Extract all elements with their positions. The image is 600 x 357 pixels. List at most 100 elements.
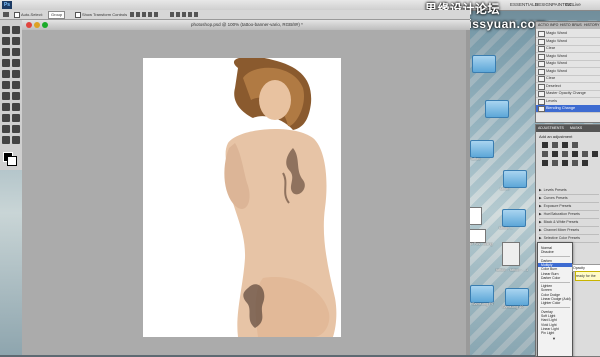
blur-tool-icon[interactable] (2, 92, 10, 100)
blend-mode-option[interactable]: Lighter Color (541, 301, 571, 305)
canvas-photo[interactable] (143, 58, 341, 337)
vertical-scrollbar[interactable] (466, 30, 470, 355)
zoom-window-icon[interactable] (42, 22, 48, 28)
crop-tool-icon[interactable] (2, 48, 10, 56)
history-item[interactable]: Blending Change (536, 105, 600, 113)
path-selection-tool-icon[interactable] (2, 114, 10, 122)
history-step-icon (538, 61, 545, 67)
menu-separator (540, 281, 570, 283)
history-brush-tool-icon[interactable] (12, 70, 20, 78)
tab-adjustments[interactable]: ADJUSTMENTS (538, 126, 564, 130)
type-tool-icon[interactable] (12, 103, 20, 111)
hue-saturation-icon[interactable] (552, 151, 558, 157)
threshold-icon[interactable] (562, 160, 568, 166)
blend-mode-dropdown[interactable]: Normal Dissolve Darken Multiply Color Burn Li… (537, 242, 573, 357)
invert-icon[interactable] (542, 160, 548, 166)
hand-tool-icon[interactable] (2, 136, 10, 144)
black-white-icon[interactable] (572, 151, 578, 157)
tab-info[interactable]: INFO (550, 23, 558, 27)
expand-triangle-icon[interactable]: ▶ (539, 228, 543, 232)
preset-label: Black & White Presets (543, 220, 579, 224)
pen-tool-icon[interactable] (2, 103, 10, 111)
blend-mode-option[interactable]: Dissolve (541, 250, 571, 254)
levels-icon[interactable] (552, 142, 558, 148)
expand-triangle-icon[interactable]: ▶ (539, 236, 543, 240)
history-item-label: Magic Wand (546, 61, 567, 65)
preset-row[interactable]: ▶ Exposure Presets (539, 203, 599, 211)
distribute-buttons[interactable] (170, 12, 200, 17)
dodge-tool-icon[interactable] (12, 92, 20, 100)
lasso-tool-icon[interactable] (2, 37, 10, 45)
auto-select-dropdown[interactable]: Group (48, 11, 66, 19)
align-buttons[interactable] (130, 12, 160, 17)
tattoo-thumbnail[interactable] (502, 242, 520, 266)
close-window-icon[interactable] (26, 22, 32, 28)
desktop-item-label: Tattoo (470, 157, 481, 161)
history-step-icon (538, 38, 545, 45)
vibrance-icon[interactable] (542, 151, 548, 157)
color-balance-icon[interactable] (562, 151, 568, 157)
curves-icon[interactable] (562, 142, 568, 148)
photo-filter-icon[interactable] (582, 151, 588, 157)
show-transform-checkbox[interactable] (75, 12, 81, 18)
exposure-icon[interactable] (572, 142, 578, 148)
desktop-item-label: tattoo- - tattoo - ...1 (495, 268, 529, 272)
healing-brush-tool-icon[interactable] (2, 59, 10, 67)
channel-mixer-icon[interactable] (592, 151, 598, 157)
desktop-folder-icon[interactable] (502, 209, 526, 227)
photoshop-logo-icon[interactable]: Ps (2, 1, 12, 9)
tab-actions[interactable]: ACTIO (538, 23, 549, 27)
history-item-label: Blending Change (546, 106, 576, 110)
add-adjustment-label: Add an adjustment (539, 134, 573, 139)
desktop-folder-icon[interactable] (470, 140, 494, 158)
shape-tool-icon[interactable] (12, 114, 20, 122)
history-item-label: Magic Wand (546, 53, 567, 58)
tools-panel (0, 20, 23, 170)
3d-rotate-tool-icon[interactable] (2, 125, 10, 133)
desktop-folder-icon[interactable] (505, 288, 529, 306)
desktop-folder-icon[interactable] (472, 55, 496, 73)
expand-triangle-icon[interactable]: ▶ (539, 196, 543, 200)
brightness-contrast-icon[interactable] (542, 142, 548, 148)
expand-triangle-icon[interactable]: ▶ (539, 220, 543, 224)
history-item-label: Levels (546, 98, 557, 103)
expand-triangle-icon[interactable]: ▶ (539, 188, 543, 192)
tab-brushes[interactable]: BRUS (572, 23, 582, 27)
move-tool-icon[interactable] (2, 26, 10, 34)
blend-mode-option[interactable]: Pin Light (541, 331, 571, 335)
selective-color-icon[interactable] (582, 160, 588, 166)
desktop-folder-icon[interactable] (485, 100, 509, 118)
expand-triangle-icon[interactable]: ▶ (539, 212, 543, 216)
menu-separator (540, 256, 570, 258)
preset-row[interactable]: ▶ Channel Mixer Presets (539, 227, 599, 235)
blend-mode-option[interactable]: Darker Color (541, 276, 571, 280)
preset-row[interactable]: ▶ Levels Presets (539, 187, 599, 195)
brush-tool-icon[interactable] (12, 59, 20, 67)
magic-wand-tool-icon[interactable] (12, 37, 20, 45)
gradient-map-icon[interactable] (572, 160, 578, 166)
expand-triangle-icon[interactable]: ▶ (539, 204, 543, 208)
clone-stamp-tool-icon[interactable] (2, 70, 10, 78)
posterize-icon[interactable] (552, 160, 558, 166)
desktop-folder-icon[interactable] (470, 285, 494, 303)
preset-row[interactable]: ▶ Hue/Saturation Presets (539, 211, 599, 219)
eraser-tool-icon[interactable] (2, 81, 10, 89)
model-photo-image (143, 58, 341, 337)
marquee-tool-icon[interactable] (12, 26, 20, 34)
preset-row[interactable]: ▶ Black & White Presets (539, 219, 599, 227)
3d-camera-tool-icon[interactable] (12, 125, 20, 133)
tab-masks[interactable]: MASKS (570, 126, 582, 130)
desktop-folder-icon[interactable] (503, 170, 527, 188)
tab-history[interactable]: HISTORY (584, 23, 599, 27)
minimize-window-icon[interactable] (34, 22, 40, 28)
scroll-down-arrow-icon[interactable]: ▼ (552, 336, 556, 341)
move-tool-icon[interactable] (3, 12, 9, 17)
desktop-item-label: Samsung PT (472, 302, 494, 306)
auto-select-checkbox[interactable] (14, 12, 20, 18)
eyedropper-tool-icon[interactable] (12, 48, 20, 56)
zoom-tool-icon[interactable] (12, 136, 20, 144)
gradient-tool-icon[interactable] (12, 81, 20, 89)
tab-histogram[interactable]: HISTO (560, 23, 571, 27)
background-color-swatch[interactable] (7, 156, 17, 166)
preset-row[interactable]: ▶ Curves Presets (539, 195, 599, 203)
